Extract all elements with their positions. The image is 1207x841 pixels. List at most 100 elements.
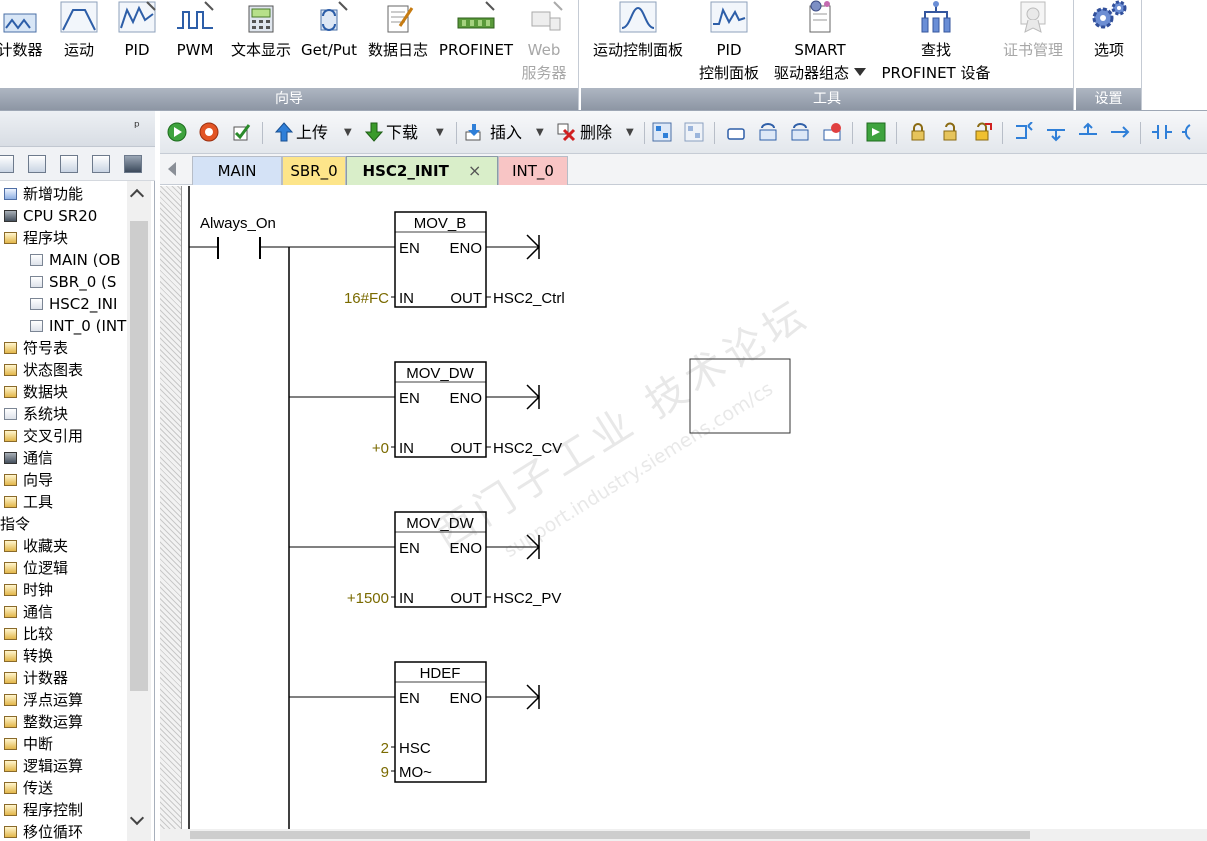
tree-item[interactable]: 新增功能 [4, 183, 127, 205]
block-icon[interactable] [726, 122, 746, 142]
run-icon[interactable] [167, 122, 187, 142]
mode-value[interactable]: 9 [381, 764, 389, 781]
contact-icon[interactable] [1152, 122, 1172, 142]
upload-button[interactable]: 上传 [296, 121, 328, 145]
tree-item[interactable]: INT_0 (INT [30, 315, 127, 337]
close-block-icon[interactable] [790, 122, 810, 142]
smart-drive-config-button[interactable]: SMART 驱动器组态 [767, 0, 873, 86]
tree-item[interactable]: 计数器 [4, 667, 127, 689]
lock-icon[interactable] [908, 122, 928, 142]
options-button[interactable]: 选项 [1078, 0, 1140, 86]
contact-label[interactable]: Always_On [200, 215, 276, 232]
wizard-pwm-button[interactable]: PWM [170, 0, 220, 86]
pid-control-panel-button[interactable]: PID 控制面板 [691, 0, 767, 86]
insert-button[interactable]: 插入 [490, 121, 522, 145]
tree-scroll-thumb[interactable] [130, 221, 148, 691]
network-view-2-icon[interactable] [684, 122, 704, 142]
tab-close-icon[interactable]: × [468, 161, 481, 180]
wizard-motion-button[interactable]: 运动 [54, 0, 104, 86]
tree-item[interactable]: 通信 [4, 601, 127, 623]
insert-dropdown-icon[interactable]: ▼ [536, 121, 544, 145]
wizard-profinet-button[interactable]: PROFINET [436, 0, 516, 86]
tree-item[interactable]: 程序控制 [4, 799, 127, 821]
tree-item[interactable]: 程序块 [4, 227, 127, 249]
find-profinet-device-button[interactable]: 查找 PROFINET 设备 [873, 0, 999, 86]
pin-icon[interactable]: ᵖ [134, 119, 140, 135]
tree-item[interactable]: 整数运算 [4, 711, 127, 733]
in-value[interactable]: +1500 [347, 590, 389, 607]
wizard-counter-button[interactable]: 计数器 [0, 0, 52, 86]
editor-horizontal-scrollbar[interactable] [160, 829, 1207, 841]
tree-tool-3-icon[interactable] [60, 155, 78, 173]
tree-item[interactable]: 浮点运算 [4, 689, 127, 711]
editor-scroll-thumb[interactable] [190, 831, 1030, 839]
tree-item[interactable]: 位逻辑 [4, 557, 127, 579]
tree-tool-1-icon[interactable] [0, 155, 14, 173]
tree-tool-5-icon[interactable] [124, 155, 142, 173]
tree-item[interactable]: 收藏夹 [4, 535, 127, 557]
motion-control-panel-button[interactable]: 运动控制面板 [583, 0, 693, 86]
tab-scroll-left-icon[interactable] [168, 162, 176, 176]
tab-int-0[interactable]: INT_0 [498, 156, 568, 185]
open-block-icon[interactable] [758, 122, 778, 142]
certificate-management-button[interactable]: 证书管理 [995, 0, 1071, 86]
network-view-icon[interactable] [652, 122, 672, 142]
tree-item[interactable]: 向导 [4, 469, 127, 491]
tree-item[interactable]: 通信 [4, 447, 127, 469]
coil-icon[interactable] [1182, 122, 1202, 142]
hdef-block[interactable]: HDEF EN ENO HSC MO~ [394, 661, 487, 783]
download-dropdown-icon[interactable]: ▼ [436, 121, 444, 145]
scroll-down-icon[interactable] [129, 810, 145, 826]
tab-sbr-0[interactable]: SBR_0 [282, 156, 346, 185]
tree-item[interactable]: 交叉引用 [4, 425, 127, 447]
wizard-get-put-button[interactable]: Get/Put [298, 0, 360, 86]
upload-dropdown-icon[interactable]: ▼ [344, 121, 352, 145]
compile-icon[interactable] [231, 122, 251, 142]
wizard-text-display-button[interactable]: 文本显示 [224, 0, 298, 86]
tab-hsc2-init[interactable]: HSC2_INIT × [346, 156, 498, 185]
tree-item[interactable]: 时钟 [4, 579, 127, 601]
out-value[interactable]: HSC2_PV [493, 590, 561, 607]
tree-item[interactable]: 逻辑运算 [4, 755, 127, 777]
tab-main[interactable]: MAIN [192, 156, 282, 185]
tree-item[interactable]: 中断 [4, 733, 127, 755]
unlock-all-icon[interactable] [972, 122, 992, 142]
delete-dropdown-icon[interactable]: ▼ [626, 121, 634, 145]
branch-down-icon[interactable] [1046, 122, 1066, 142]
go-to-icon[interactable] [866, 122, 886, 142]
tree-item[interactable]: MAIN (OB [30, 249, 127, 271]
tree-item[interactable]: CPU SR20 [4, 205, 127, 227]
tree-item[interactable]: 传送 [4, 777, 127, 799]
mov-dw-block-1[interactable]: MOV_DW EN ENO IN OUT [394, 361, 487, 458]
out-value[interactable]: HSC2_Ctrl [493, 290, 565, 307]
in-value[interactable]: 16#FC [344, 290, 389, 307]
tree-item[interactable]: HSC2_INI [30, 293, 127, 315]
tree-item[interactable]: 转换 [4, 645, 127, 667]
tree-item[interactable]: 符号表 [4, 337, 127, 359]
hsc-value[interactable]: 2 [381, 740, 389, 757]
clear-block-icon[interactable] [822, 122, 842, 142]
line-up-icon[interactable] [1078, 122, 1098, 142]
delete-button[interactable]: 删除 [580, 121, 612, 145]
tree-item[interactable]: 系统块 [4, 403, 127, 425]
scroll-up-icon[interactable] [129, 188, 145, 204]
tree-item[interactable]: SBR_0 (S [30, 271, 127, 293]
in-value[interactable]: +0 [372, 440, 389, 457]
tree-tool-2-icon[interactable] [28, 155, 46, 173]
tree-item[interactable]: 数据块 [4, 381, 127, 403]
ladder-editor[interactable]: Always_On MOV_B EN ENO IN OUT 16#FC HSC2… [160, 186, 1207, 841]
tree-item[interactable]: 移位循环 [4, 821, 127, 841]
line-right-icon[interactable] [1110, 122, 1130, 142]
tree-item[interactable]: 比较 [4, 623, 127, 645]
tree-tool-4-icon[interactable] [92, 155, 110, 173]
tree-item[interactable]: 状态图表 [4, 359, 127, 381]
tree-item[interactable]: 指令 [0, 513, 127, 535]
download-button[interactable]: 下载 [386, 121, 418, 145]
dropdown-arrow-icon[interactable] [854, 68, 866, 76]
mov-b-block[interactable]: MOV_B EN ENO IN OUT [394, 211, 487, 308]
wizard-data-log-button[interactable]: 数据日志 [362, 0, 434, 86]
tree-item[interactable]: 工具 [4, 491, 127, 513]
unlock-icon[interactable] [940, 122, 960, 142]
tree-vertical-scrollbar[interactable] [127, 181, 151, 841]
branch-up-icon[interactable] [1014, 122, 1034, 142]
